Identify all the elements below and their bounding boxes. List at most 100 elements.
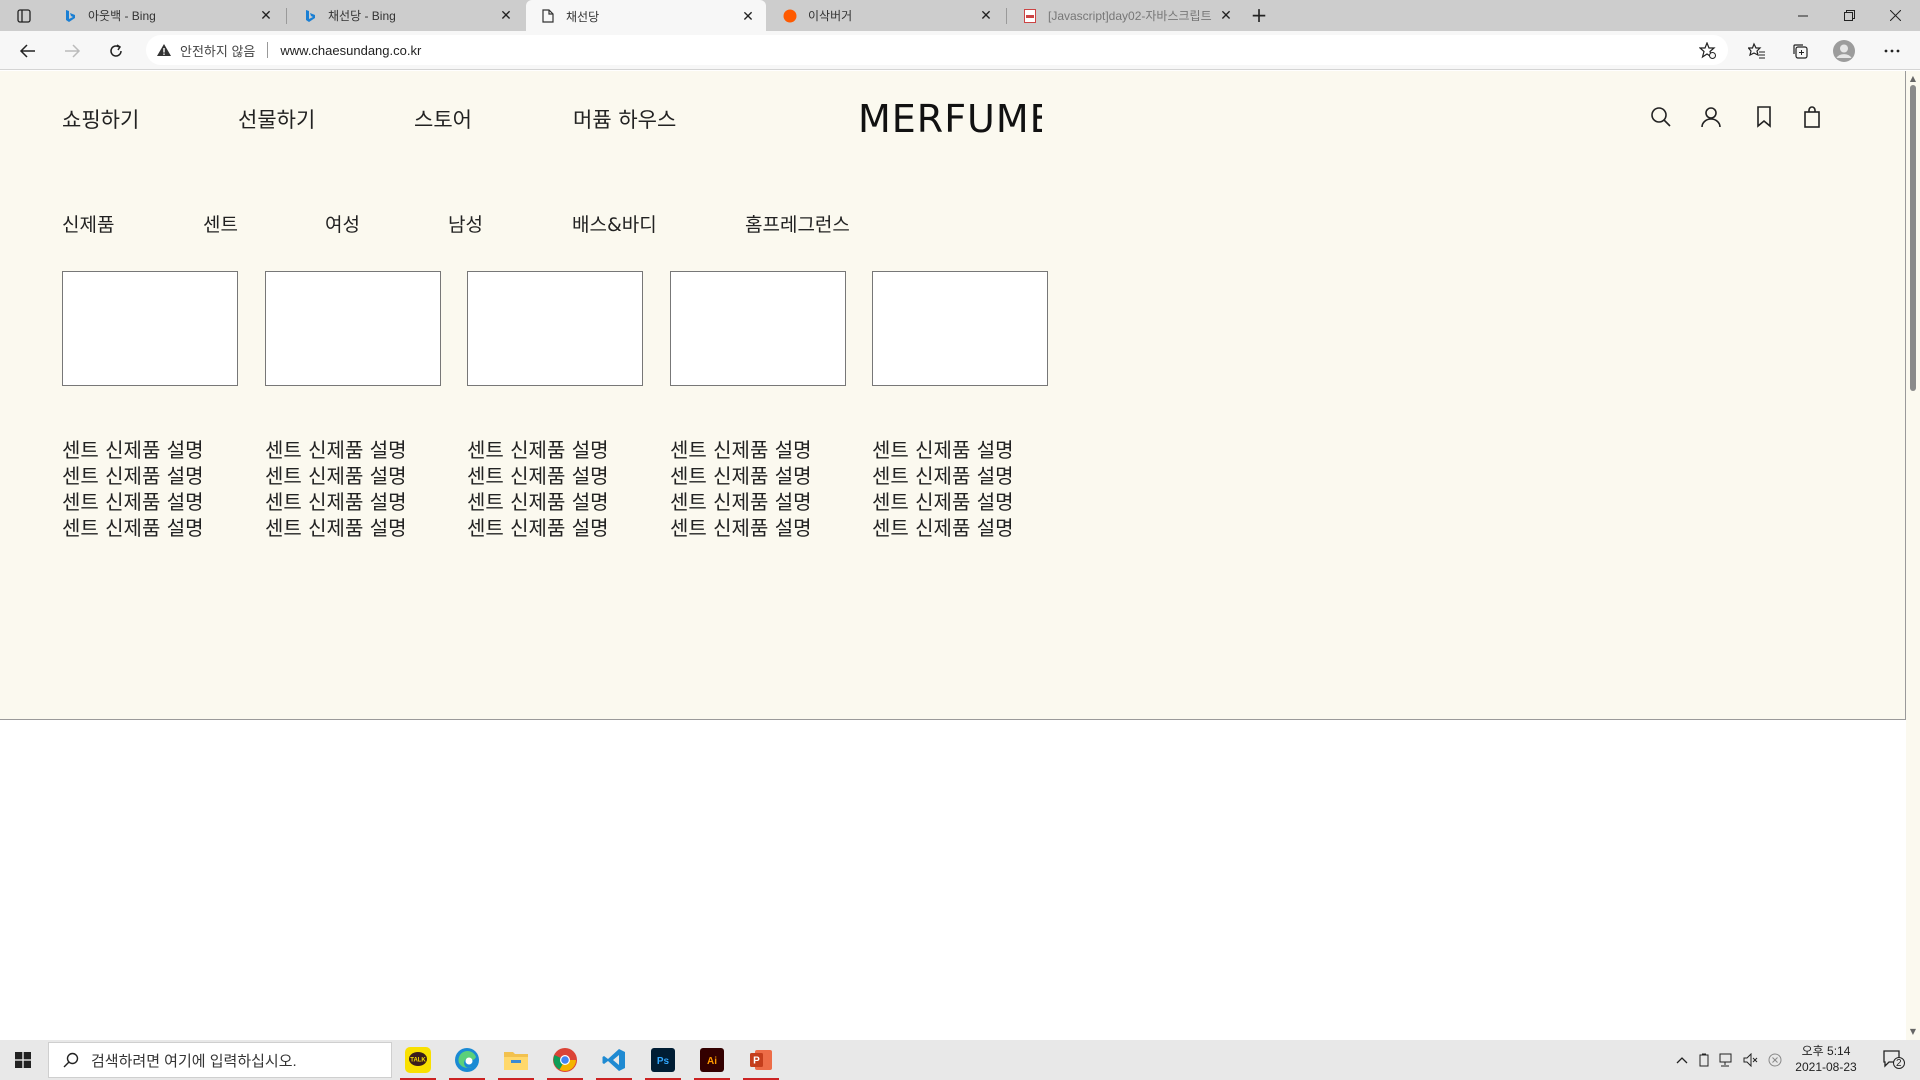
close-window-icon[interactable] [1872, 0, 1918, 31]
product-description-line: 센트 신제품 설명 [872, 464, 1014, 488]
user-icon[interactable] [1698, 104, 1724, 130]
illustrator-icon[interactable]: Ai [690, 1040, 734, 1080]
back-arrow-icon[interactable] [14, 38, 42, 64]
product-description-line: 센트 신제품 설명 [467, 464, 609, 488]
not-secure-indicator[interactable]: 안전하지 않음 [156, 41, 255, 60]
close-icon[interactable]: ✕ [740, 8, 756, 24]
bing-icon [62, 8, 78, 24]
tab-divider [1006, 8, 1007, 24]
product-description-line: 센트 신제품 설명 [467, 490, 609, 514]
product-description-line: 센트 신제품 설명 [670, 438, 812, 462]
close-icon[interactable]: ✕ [498, 7, 514, 24]
show-hidden-icons-icon[interactable] [1672, 1040, 1692, 1080]
bookmark-icon[interactable] [1751, 104, 1777, 130]
vertical-scrollbar[interactable]: ▲ ▼ [1906, 71, 1920, 1040]
product-description: 센트 신제품 설명 센트 신제품 설명 센트 신제품 설명 센트 신제품 설명 [62, 437, 242, 541]
file-explorer-icon[interactable] [494, 1040, 538, 1080]
taskbar-search-placeholder: 검색하려면 여기에 입력하십시오. [91, 1052, 297, 1070]
browser-toolbar: 안전하지 않음 www.chaesundang.co.kr [0, 31, 1920, 70]
tab-chaesundang[interactable]: 채선당 ✕ [526, 0, 766, 32]
orange-circle-icon [782, 8, 798, 24]
product-card[interactable]: 센트 신제품 설명 센트 신제품 설명 센트 신제품 설명 센트 신제품 설명 [62, 271, 238, 540]
tab-outback[interactable]: 아웃백 - Bing ✕ [48, 0, 284, 31]
svg-text:Ai: Ai [707, 1056, 717, 1067]
tab-title: 채선당 [566, 9, 600, 24]
product-description-line: 센트 신제품 설명 [265, 490, 407, 514]
page-icon [540, 8, 556, 24]
warning-icon [157, 44, 171, 56]
search-icon [63, 1052, 79, 1068]
chrome-icon[interactable] [543, 1040, 587, 1080]
nav-merfume-house[interactable]: 머퓸 하우스 [573, 104, 676, 134]
product-card[interactable]: 센트 신제품 설명 센트 신제품 설명 센트 신제품 설명 센트 신제품 설명 [872, 271, 1048, 540]
profile-avatar-icon[interactable] [1832, 39, 1856, 63]
category-scent[interactable]: 센트 [203, 210, 238, 237]
address-bar[interactable]: 안전하지 않음 www.chaesundang.co.kr [146, 35, 1728, 65]
close-icon[interactable]: ✕ [1218, 7, 1234, 24]
category-women[interactable]: 여성 [325, 210, 360, 237]
nav-shopping[interactable]: 쇼핑하기 [62, 104, 139, 134]
edge-icon[interactable] [445, 1040, 489, 1080]
product-image[interactable] [872, 271, 1048, 386]
product-card[interactable]: 센트 신제품 설명 센트 신제품 설명 센트 신제품 설명 센트 신제품 설명 [670, 271, 846, 540]
close-icon[interactable]: ✕ [258, 7, 274, 24]
powerpoint-icon[interactable]: P [739, 1040, 783, 1080]
photoshop-icon[interactable]: Ps [641, 1040, 685, 1080]
svg-text:Ps: Ps [657, 1056, 670, 1067]
product-card[interactable]: 센트 신제품 설명 센트 신제품 설명 센트 신제품 설명 센트 신제품 설명 [265, 271, 441, 540]
volume-muted-icon[interactable] [1740, 1040, 1762, 1080]
restore-icon[interactable] [1826, 0, 1872, 31]
battery-icon[interactable] [1694, 1040, 1714, 1080]
new-tab-button[interactable]: + [1248, 5, 1270, 27]
product-card[interactable]: 센트 신제품 설명 센트 신제품 설명 센트 신제품 설명 센트 신제품 설명 [467, 271, 643, 540]
svg-text:TALK: TALK [410, 1058, 426, 1064]
minimize-icon[interactable] [1780, 0, 1826, 31]
network-icon[interactable] [1716, 1040, 1738, 1080]
brand-logo[interactable]: MERFUME [858, 97, 1042, 147]
scroll-up-arrow-icon[interactable]: ▲ [1909, 75, 1917, 83]
product-description-line: 센트 신제품 설명 [467, 516, 609, 540]
windows-start-icon[interactable] [0, 1040, 46, 1080]
product-description-line: 센트 신제품 설명 [670, 490, 812, 514]
nav-store[interactable]: 스토어 [414, 104, 472, 134]
tab-isaac-burger[interactable]: 이삭버거 ✕ [768, 0, 1004, 31]
system-clock[interactable]: 오후 5:14 2021-08-23 [1788, 1043, 1864, 1075]
tab-title: 아웃백 - Bing [88, 9, 156, 23]
add-favorite-icon[interactable] [1696, 39, 1720, 63]
category-new[interactable]: 신제품 [62, 210, 114, 237]
product-image[interactable] [62, 271, 238, 386]
vscode-icon[interactable] [592, 1040, 636, 1080]
more-options-icon[interactable] [1880, 39, 1904, 63]
collections-icon[interactable] [1788, 39, 1812, 63]
taskbar-search-input[interactable]: 검색하려면 여기에 입력하십시오. [48, 1042, 392, 1078]
scroll-thumb[interactable] [1910, 85, 1916, 391]
url-text[interactable]: www.chaesundang.co.kr [280, 43, 421, 58]
favorites-icon[interactable] [1745, 39, 1769, 63]
clock-date: 2021-08-23 [1795, 1060, 1857, 1074]
product-image[interactable] [265, 271, 441, 386]
product-image[interactable] [467, 271, 643, 386]
close-icon[interactable]: ✕ [978, 7, 994, 24]
category-home-fragrance[interactable]: 홈프레그런스 [745, 210, 850, 237]
tab-javascript-pdf[interactable]: [Javascript]day02-자바스크립트 ✕ [1008, 0, 1244, 31]
product-description: 센트 신제품 설명 센트 신제품 설명 센트 신제품 설명 센트 신제품 설명 [670, 437, 850, 541]
kakaotalk-icon[interactable]: TALK [396, 1040, 440, 1080]
scroll-down-arrow-icon[interactable]: ▼ [1909, 1028, 1917, 1036]
nav-gift[interactable]: 선물하기 [238, 104, 315, 134]
tab-title: 이삭버거 [808, 9, 853, 23]
tab-chaesundang-bing[interactable]: 채선당 - Bing ✕ [288, 0, 524, 31]
address-divider [267, 42, 269, 58]
error-status-icon[interactable] [1764, 1040, 1786, 1080]
notification-center-icon[interactable]: 2 [1874, 1040, 1914, 1080]
category-men[interactable]: 남성 [448, 210, 483, 237]
category-bath-body[interactable]: 배스&바디 [572, 210, 657, 237]
product-description-line: 센트 신제품 설명 [467, 438, 609, 462]
product-image[interactable] [670, 271, 846, 386]
forward-arrow-icon[interactable] [58, 38, 86, 64]
refresh-icon[interactable] [102, 38, 130, 64]
taskbar: 검색하려면 여기에 입력하십시오. TALK Ps Ai P 오후 5:14 2… [0, 1040, 1920, 1080]
shopping-bag-icon[interactable] [1799, 104, 1825, 130]
tab-bar: 아웃백 - Bing ✕ 채선당 - Bing ✕ 채선당 ✕ 이삭버거 ✕ [… [0, 0, 1920, 32]
search-icon[interactable] [1648, 104, 1674, 130]
tab-actions-icon[interactable] [12, 6, 36, 26]
